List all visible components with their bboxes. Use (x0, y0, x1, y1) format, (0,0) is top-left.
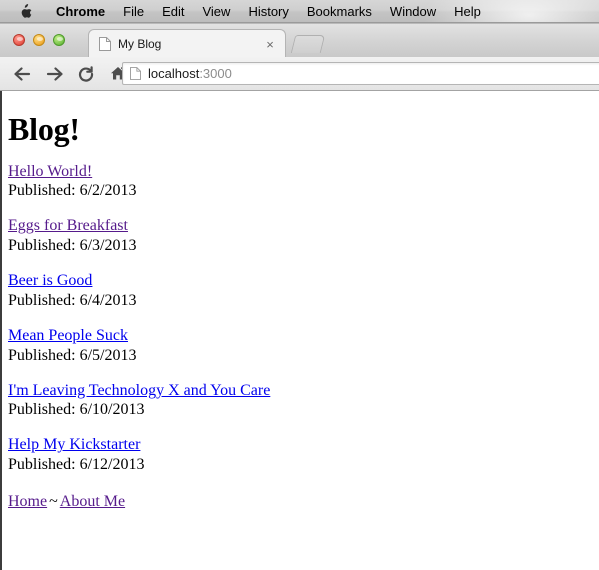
menu-item-history[interactable]: History (239, 0, 297, 22)
list-item: Eggs for Breakfast Published: 6/3/2013 (8, 217, 599, 256)
blog-page: Blog! Hello World! Published: 6/2/2013 E… (2, 91, 599, 520)
browser-window: My Blog × localhost:3000 Blog! Hello Wor… (0, 23, 599, 570)
list-item: I'm Leaving Technology X and You Care Pu… (8, 382, 599, 421)
page-icon (99, 37, 111, 51)
list-item: Hello World! Published: 6/2/2013 (8, 163, 599, 202)
tab-title: My Blog (118, 37, 162, 51)
footer-link-home[interactable]: Home (8, 493, 47, 510)
back-icon[interactable] (9, 61, 35, 87)
post-published-date: Published: 6/4/2013 (8, 291, 137, 309)
post-link-beer-is-good[interactable]: Beer is Good (8, 272, 92, 291)
address-bar-url: localhost:3000 (148, 66, 232, 81)
post-published-date: Published: 6/5/2013 (8, 346, 137, 364)
menu-item-file[interactable]: File (114, 0, 153, 22)
address-bar[interactable]: localhost:3000 (122, 62, 599, 85)
browser-toolbar: localhost:3000 (0, 57, 599, 91)
footer-link-about-me[interactable]: About Me (60, 493, 125, 510)
new-tab-button[interactable] (290, 35, 326, 53)
page-viewport: Blog! Hello World! Published: 6/2/2013 E… (0, 91, 599, 570)
url-host: localhost (148, 66, 200, 81)
post-link-im-leaving-technology-x[interactable]: I'm Leaving Technology X and You Care (8, 382, 270, 401)
menu-item-chrome[interactable]: Chrome (47, 0, 114, 22)
menu-item-window[interactable]: Window (381, 0, 445, 22)
menu-item-edit[interactable]: Edit (153, 0, 193, 22)
close-window-button[interactable] (13, 34, 25, 46)
menu-item-bookmarks[interactable]: Bookmarks (298, 0, 381, 22)
post-published-date: Published: 6/12/2013 (8, 456, 145, 474)
zoom-window-button[interactable] (53, 34, 65, 46)
post-published-date: Published: 6/10/2013 (8, 401, 145, 419)
footer-separator: ~ (49, 493, 58, 511)
list-item: Help My Kickstarter Published: 6/12/2013 (8, 436, 599, 475)
menu-item-view[interactable]: View (193, 0, 239, 22)
post-link-mean-people-suck[interactable]: Mean People Suck (8, 327, 128, 346)
post-link-help-my-kickstarter[interactable]: Help My Kickstarter (8, 436, 140, 455)
tab-my-blog[interactable]: My Blog × (88, 29, 286, 58)
list-item: Beer is Good Published: 6/4/2013 (8, 272, 599, 311)
post-published-date: Published: 6/3/2013 (8, 237, 137, 255)
window-controls (13, 34, 65, 46)
mac-menu-bar: Chrome File Edit View History Bookmarks … (0, 0, 599, 23)
forward-icon[interactable] (41, 61, 67, 87)
list-item: Mean People Suck Published: 6/5/2013 (8, 327, 599, 366)
url-port: :3000 (199, 66, 232, 81)
menu-item-help[interactable]: Help (445, 0, 490, 22)
footer-nav: Home ~ About Me (8, 493, 599, 512)
reload-icon[interactable] (73, 61, 99, 87)
post-link-eggs-for-breakfast[interactable]: Eggs for Breakfast (8, 217, 128, 236)
page-title: Blog! (8, 111, 80, 147)
close-icon[interactable]: × (263, 37, 277, 51)
post-link-hello-world[interactable]: Hello World! (8, 163, 92, 182)
post-published-date: Published: 6/2/2013 (8, 182, 137, 200)
minimize-window-button[interactable] (33, 34, 45, 46)
page-icon (130, 67, 141, 80)
apple-logo-icon[interactable] (18, 3, 32, 19)
tab-strip: My Blog × (0, 23, 599, 58)
